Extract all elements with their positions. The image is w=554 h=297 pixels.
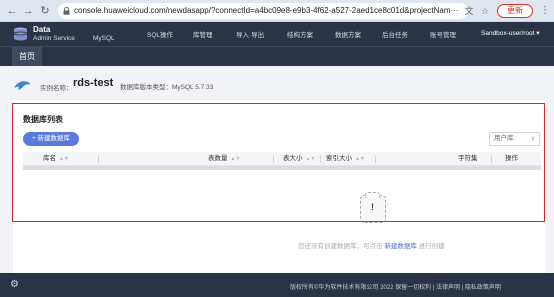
forward-icon[interactable]: → <box>20 3 36 19</box>
back-icon[interactable]: ← <box>4 3 20 19</box>
empty-state-message: 您还没有创建数据库，可点击 新建数据库 进行创建 <box>298 240 445 250</box>
db-version: 数据库版本类型：MySQL 5.7.33 <box>120 84 214 91</box>
star-icon[interactable]: ☆ <box>478 4 492 18</box>
translate-icon[interactable]: 文 <box>462 4 476 18</box>
brand-engine: MySQL <box>93 35 115 42</box>
brand-title: Data <box>33 25 51 34</box>
url-text: console.huaweicloud.com/newdasapp/?conne… <box>74 6 459 15</box>
mysql-dolphin-icon <box>14 81 30 90</box>
browser-menu-icon[interactable]: ⋮ <box>540 3 550 19</box>
database-logo-icon <box>13 27 28 41</box>
nav-db-management[interactable]: 库管理 <box>193 29 213 39</box>
create-database-link[interactable]: 新建数据库 <box>384 243 417 250</box>
nav-sql-operation[interactable]: SQL操作 <box>147 29 173 39</box>
settings-gear-icon[interactable]: ⚙ <box>10 280 20 290</box>
nav-data-plan[interactable]: 数据方案 <box>335 29 361 39</box>
address-bar[interactable]: console.huaweicloud.com/newdasapp/?conne… <box>58 3 468 19</box>
footer-copyright: 版权所有©华为软件技术有限公司 2022 保留一切权利 | 法律声明 | 隐私政… <box>290 285 501 291</box>
nav-account-management[interactable]: 账号管理 <box>430 29 456 39</box>
lock-icon <box>63 7 70 15</box>
nav-schema-plan[interactable]: 结构方案 <box>287 29 313 39</box>
tab-home[interactable]: 首页 <box>12 47 42 67</box>
footer: ⚙ 版权所有©华为软件技术有限公司 2022 保留一切权利 | 法律声明 | 隐… <box>0 273 554 297</box>
instance-name: rds-test <box>73 77 114 89</box>
reload-icon[interactable]: ↻ <box>37 3 53 19</box>
empty-prefix: 您还没有创建数据库，可点击 <box>298 243 385 250</box>
instance-name-label: 实例名称： <box>40 85 73 92</box>
nav-background-tasks[interactable]: 后台任务 <box>382 29 408 39</box>
nav-import-export[interactable]: 导入·导出 <box>236 29 264 39</box>
user-menu[interactable]: Sandbox-user/root ▾ <box>481 29 540 37</box>
brand-subtitle: Admin Service <box>33 35 75 42</box>
tab-bar: 首页 <box>0 46 554 67</box>
top-navigation: Data Admin Service MySQL SQL操作 库管理 导入·导出… <box>0 22 554 46</box>
update-button[interactable]: 更新 <box>497 4 533 18</box>
empty-suffix: 进行创建 <box>416 243 445 250</box>
browser-toolbar: ← → ↻ console.huaweicloud.com/newdasapp/… <box>0 0 554 22</box>
highlight-annotation-box <box>12 103 545 222</box>
